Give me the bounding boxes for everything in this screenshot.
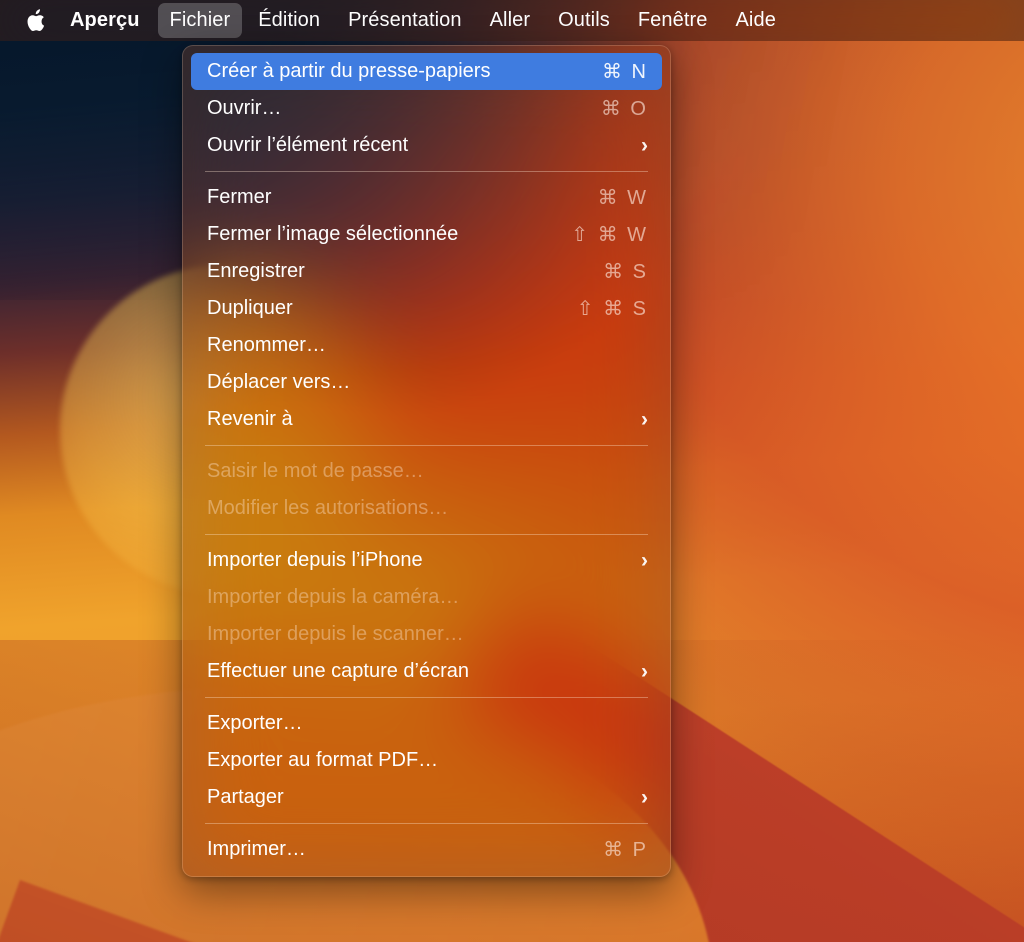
menu-item-shortcut: ⌘ N: [602, 61, 648, 83]
menu-item: Modifier les autorisations…: [191, 490, 662, 527]
menu-item-label: Créer à partir du presse-papiers: [207, 60, 491, 82]
menu-item[interactable]: Créer à partir du presse-papiers ⌘ N: [191, 53, 662, 90]
menu-item[interactable]: Ouvrir… ⌘ O: [191, 90, 662, 127]
menu-item-label: Fermer: [207, 186, 272, 208]
menu-bar-item-label: Fenêtre: [637, 9, 708, 31]
menu-bar-item-outils[interactable]: Outils: [546, 3, 622, 38]
menu-item[interactable]: Importer depuis l’iPhone ›: [191, 542, 662, 579]
submenu-chevron-right-icon: ›: [641, 660, 648, 683]
menu-item-label: Imprimer…: [207, 838, 306, 860]
menu-item-label: Importer depuis la caméra…: [207, 586, 460, 608]
menu-bar-item-edition[interactable]: Édition: [246, 3, 332, 38]
menu-bar-item-label: Outils: [558, 9, 610, 31]
menu-item[interactable]: Déplacer vers…: [191, 364, 662, 401]
menu-item-shortcut: ⌘ P: [603, 839, 648, 861]
menu-separator: [205, 171, 648, 172]
menu-bar-item-label: Édition: [258, 9, 321, 31]
menu-item-label: Saisir le mot de passe…: [207, 460, 424, 482]
menu-item-label: Enregistrer: [207, 260, 305, 282]
menu-item-label: Déplacer vers…: [207, 371, 351, 393]
menu-item-label: Exporter…: [207, 712, 303, 734]
menu-item-label: Ouvrir…: [207, 97, 282, 119]
desktop-screen: Aperçu Fichier Édition Présentation Alle…: [0, 0, 1024, 942]
menu-item[interactable]: Partager ›: [191, 779, 662, 816]
menu-item-shortcut: ⇧ ⌘ S: [576, 298, 648, 320]
menu-bar-item-fichier[interactable]: Fichier: [157, 3, 243, 38]
menu-item-label: Importer depuis le scanner…: [207, 623, 464, 645]
menu-bar-item-aller[interactable]: Aller: [478, 3, 543, 38]
menu-item[interactable]: Fermer l’image sélectionnée ⇧ ⌘ W: [191, 216, 662, 253]
menu-item[interactable]: Fermer ⌘ W: [191, 179, 662, 216]
menu-item-label: Modifier les autorisations…: [207, 497, 449, 519]
menu-separator: [205, 445, 648, 446]
menu-item[interactable]: Effectuer une capture d’écran ›: [191, 653, 662, 690]
menu-item: Importer depuis le scanner…: [191, 616, 662, 653]
menu-item: Importer depuis la caméra…: [191, 579, 662, 616]
menu-item-shortcut: ⇧ ⌘ W: [571, 224, 648, 246]
menu-item-shortcut: ⌘ O: [600, 98, 648, 120]
menu-item-label: Partager: [207, 786, 284, 808]
menu-bar-item-label: Aide: [735, 9, 776, 31]
menu-item-label: Renommer…: [207, 334, 326, 356]
menu-separator: [205, 534, 648, 535]
submenu-chevron-right-icon: ›: [641, 408, 648, 431]
menu-item-shortcut: ⌘ S: [603, 261, 648, 283]
menu-item-label: Ouvrir l’élément récent: [207, 134, 409, 156]
menu-bar: Aperçu Fichier Édition Présentation Alle…: [0, 0, 1024, 41]
menu-item[interactable]: Enregistrer ⌘ S: [191, 253, 662, 290]
menu-item[interactable]: Exporter au format PDF…: [191, 742, 662, 779]
menu-bar-item-apercu[interactable]: Aperçu: [56, 3, 154, 38]
menu-bar-item-aide[interactable]: Aide: [723, 3, 787, 38]
menu-separator: [205, 823, 648, 824]
menu-item-label: Fermer l’image sélectionnée: [207, 223, 459, 245]
menu-bar-item-label: Fichier: [169, 9, 231, 31]
menu-item[interactable]: Imprimer… ⌘ P: [191, 831, 662, 868]
apple-logo-icon[interactable]: [16, 0, 54, 41]
menu-item[interactable]: Renommer…: [191, 327, 662, 364]
submenu-chevron-right-icon: ›: [641, 786, 648, 809]
menu-item[interactable]: Ouvrir l’élément récent ›: [191, 127, 662, 164]
menu-bar-item-label: Présentation: [348, 9, 462, 31]
menu-item[interactable]: Exporter…: [191, 705, 662, 742]
menu-item: Saisir le mot de passe…: [191, 453, 662, 490]
menu-bar-item-presentation[interactable]: Présentation: [336, 3, 474, 38]
menu-bar-item-label: Aller: [489, 9, 531, 31]
menu-item-label: Revenir à: [207, 408, 293, 430]
file-dropdown-menu: Créer à partir du presse-papiers ⌘ N Ouvri…: [182, 45, 671, 877]
menu-bar-item-fenetre[interactable]: Fenêtre: [626, 3, 720, 38]
menu-item-label: Exporter au format PDF…: [207, 749, 439, 771]
menu-item-label: Effectuer une capture d’écran: [207, 660, 470, 682]
menu-item-label: Dupliquer: [207, 297, 293, 319]
submenu-chevron-right-icon: ›: [641, 134, 648, 157]
menu-item[interactable]: Revenir à ›: [191, 401, 662, 438]
menu-bar-item-label: Aperçu: [70, 9, 140, 31]
menu-item[interactable]: Dupliquer ⇧ ⌘ S: [191, 290, 662, 327]
menu-item-shortcut: ⌘ W: [597, 187, 648, 209]
menu-item-label: Importer depuis l’iPhone: [207, 549, 423, 571]
submenu-chevron-right-icon: ›: [641, 549, 648, 572]
menu-separator: [205, 697, 648, 698]
